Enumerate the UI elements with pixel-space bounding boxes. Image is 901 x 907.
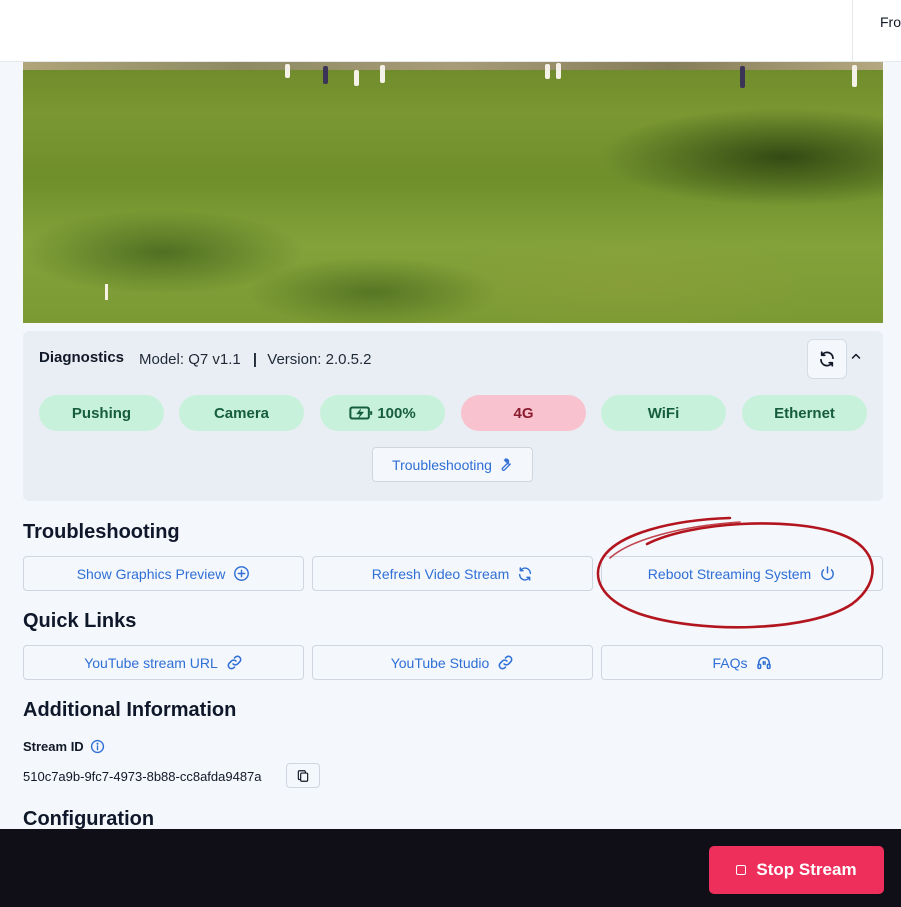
refresh-video-stream-button[interactable]: Refresh Video Stream (312, 556, 593, 591)
status-pill-pushing: Pushing (39, 395, 164, 431)
troubleshooting-heading: Troubleshooting (23, 521, 180, 543)
wrench-icon (501, 458, 511, 471)
stream-id-label: Stream ID (23, 739, 105, 754)
youtube-studio-link[interactable]: YouTube Studio (312, 645, 593, 680)
show-graphics-preview-button[interactable]: Show Graphics Preview (23, 556, 304, 591)
video-preview (23, 62, 883, 323)
stop-icon (736, 865, 747, 875)
troubleshooting-button-label: Troubleshooting (392, 456, 492, 473)
copy-stream-id-button[interactable] (286, 763, 320, 788)
info-icon[interactable] (90, 739, 105, 754)
status-pill-4g: 4G (461, 395, 586, 431)
stream-id-value: 510c7a9b-9fc7-4973-8b88-cc8afda9487a (23, 769, 262, 784)
video-stump (105, 284, 108, 300)
refresh-icon (519, 566, 532, 581)
diagnostics-meta: Model: Q7 v1.1 | Version: 2.0.5.2 (139, 351, 372, 368)
link-icon (227, 655, 242, 670)
top-bar-divider (852, 0, 853, 62)
chevron-up-icon[interactable] (849, 349, 863, 363)
youtube-stream-url-link[interactable]: YouTube stream URL (23, 645, 304, 680)
video-player (354, 70, 359, 86)
bottom-action-bar: Stop Stream (0, 829, 901, 907)
status-pill-label: Camera (213, 404, 270, 422)
video-player (380, 65, 385, 83)
top-bar: Fro (0, 0, 901, 62)
status-pill-ethernet: Ethernet (742, 395, 867, 431)
refresh-icon (820, 351, 834, 367)
stop-stream-button[interactable]: Stop Stream (709, 846, 884, 894)
diagnostics-title: Diagnostics (39, 349, 125, 366)
link-label: YouTube Studio (390, 654, 490, 671)
button-label: Refresh Video Stream (371, 565, 510, 582)
diagnostics-model: Model: Q7 v1.1 (139, 351, 241, 368)
copy-icon (297, 769, 309, 782)
stop-stream-label: Stop Stream (756, 860, 857, 879)
video-player (556, 63, 561, 79)
status-pill-label: Ethernet (774, 404, 835, 422)
status-pill-battery: 100% (320, 395, 445, 431)
link-label: YouTube stream URL (84, 654, 218, 671)
headset-icon (756, 656, 771, 669)
status-pill-wifi: WiFi (601, 395, 726, 431)
plus-circle-icon (234, 566, 250, 581)
reboot-streaming-system-button[interactable]: Reboot Streaming System (601, 556, 883, 591)
status-pill-camera: Camera (179, 395, 304, 431)
diagnostics-version: Version: 2.0.5.2 (267, 351, 372, 368)
link-label: FAQs (712, 654, 748, 671)
status-pill-label: 4G (513, 404, 534, 422)
stream-id-label-text: Stream ID (23, 739, 84, 754)
video-player (740, 66, 745, 88)
power-icon (821, 566, 835, 581)
status-pill-label: 100% (377, 404, 416, 422)
configuration-heading: Configuration (23, 808, 155, 830)
link-icon (498, 655, 513, 670)
troubleshooting-button[interactable]: Troubleshooting (372, 447, 533, 482)
diagnostics-panel: Diagnostics Model: Q7 v1.1 | Version: 2.… (23, 331, 883, 501)
battery-charging-icon (349, 406, 373, 420)
button-label: Show Graphics Preview (76, 565, 226, 582)
video-player (545, 64, 550, 79)
status-pill-label: WiFi (647, 404, 680, 422)
video-player (285, 64, 290, 78)
faqs-link[interactable]: FAQs (601, 645, 883, 680)
quick-links-heading: Quick Links (23, 610, 137, 632)
additional-information-heading: Additional Information (23, 699, 237, 721)
top-bar-truncated-text[interactable]: Fro (880, 14, 901, 30)
diagnostics-refresh-button[interactable] (807, 339, 847, 379)
status-pill-label: Pushing (71, 404, 132, 422)
diagnostics-separator: | (252, 351, 258, 368)
video-player (323, 66, 328, 84)
video-player (852, 65, 857, 87)
video-treeline (23, 62, 883, 70)
button-label: Reboot Streaming System (647, 565, 812, 582)
